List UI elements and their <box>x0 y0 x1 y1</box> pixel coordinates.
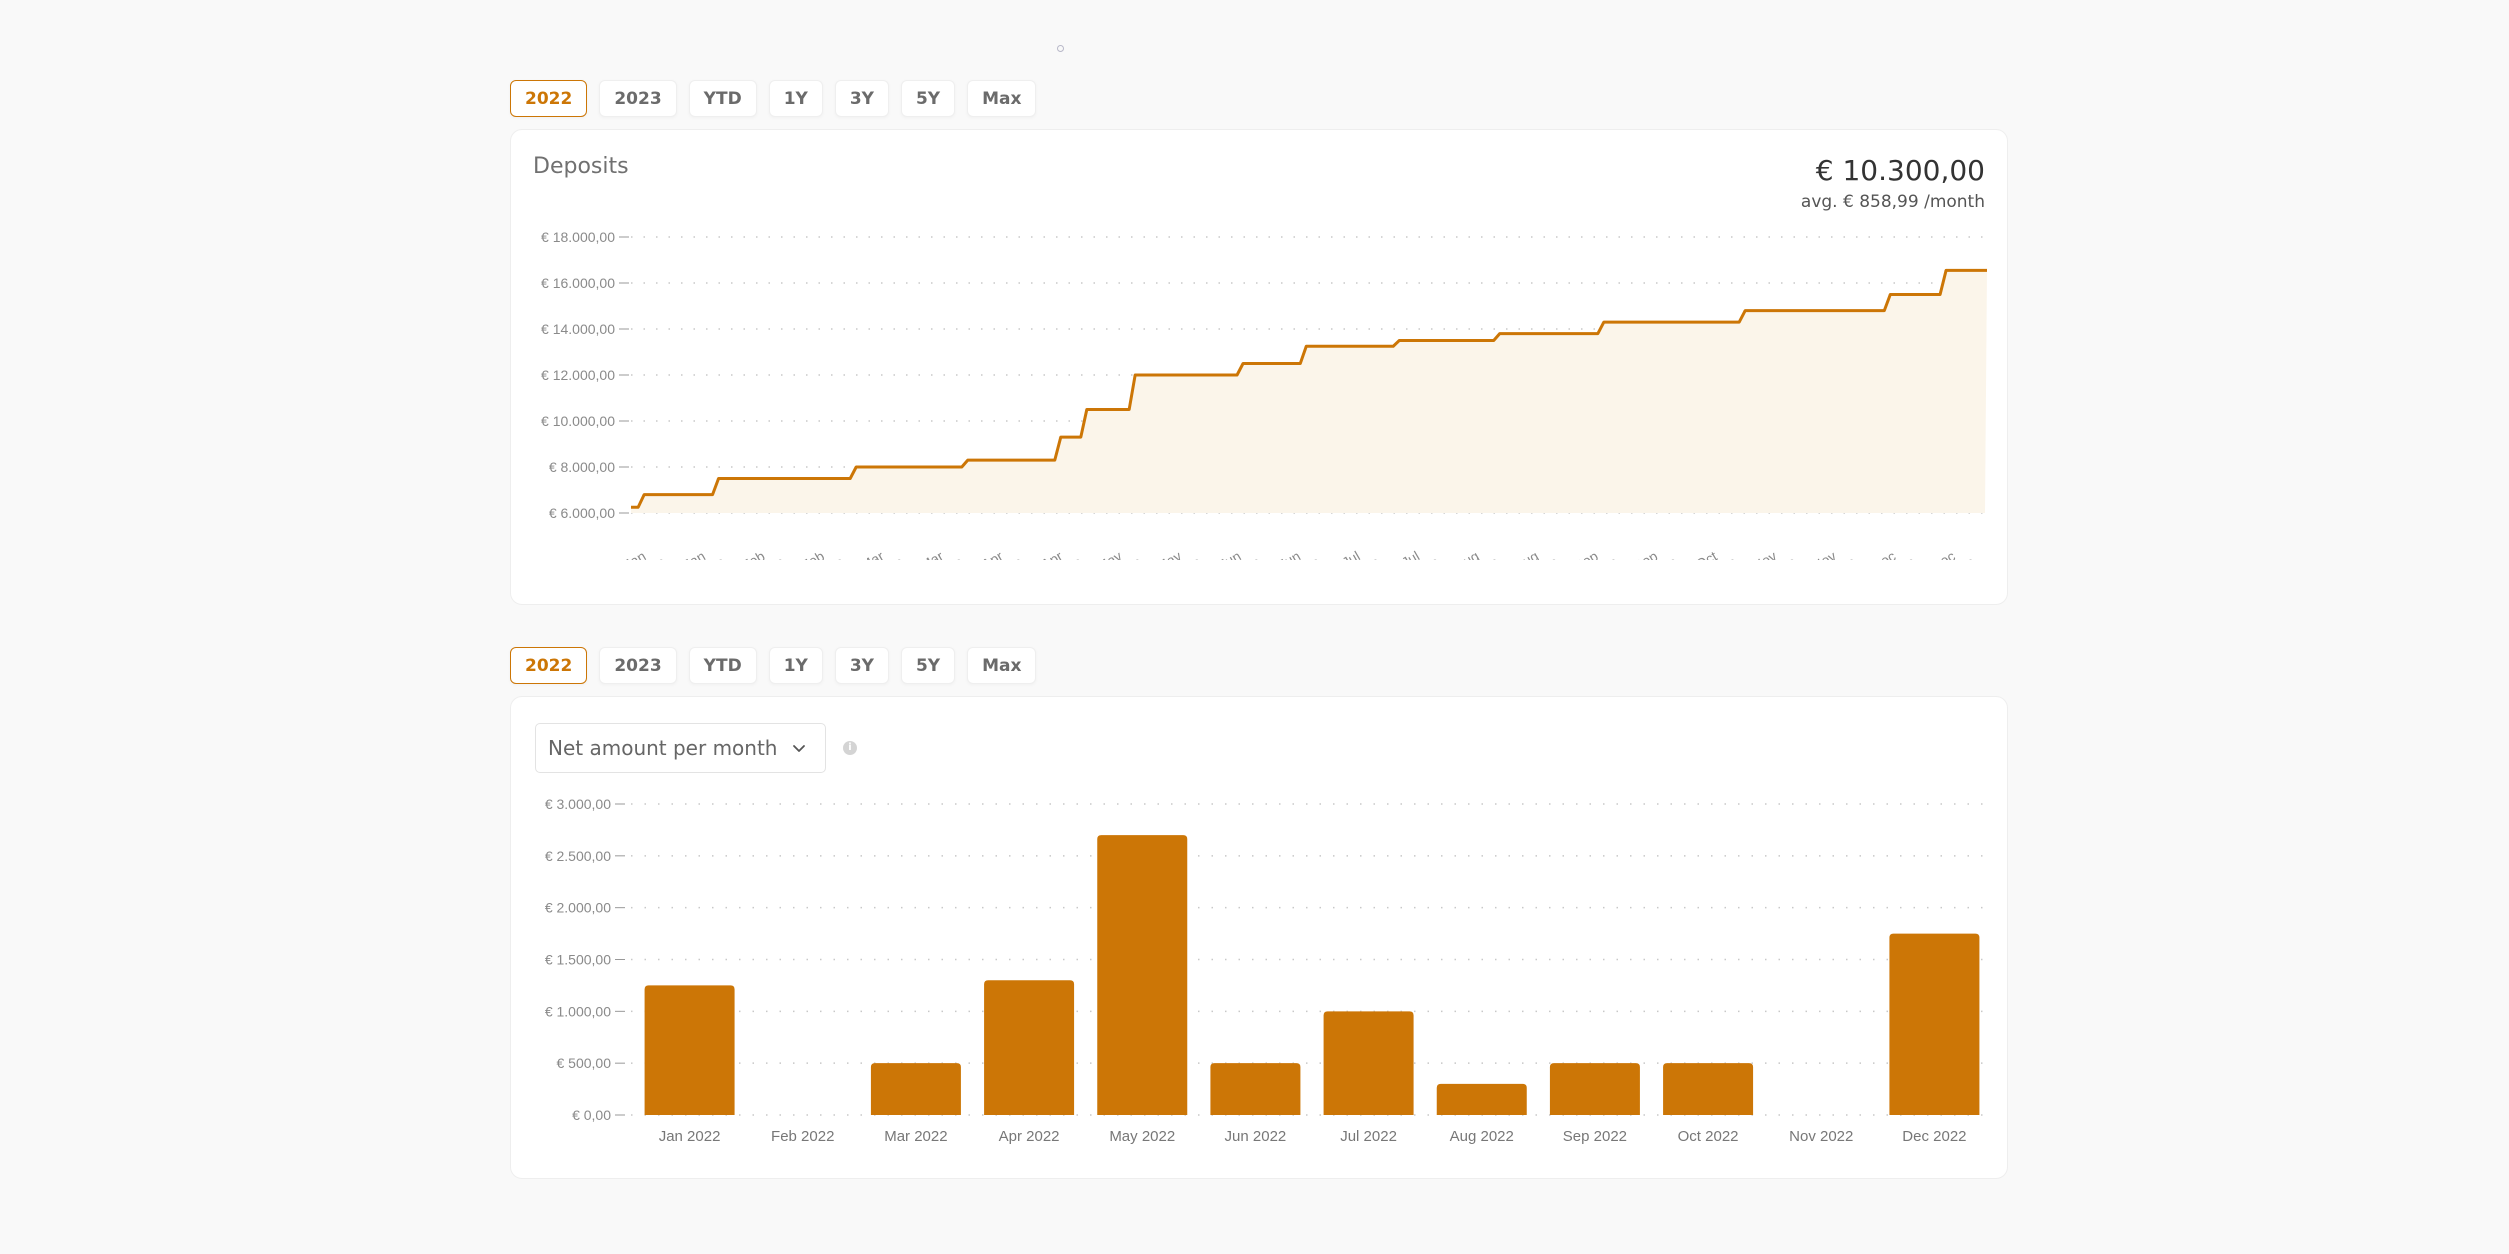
x-tick-label: 25 May2022 <box>1136 541 1205 560</box>
x-tick-label: 03 Dec2022 <box>1852 541 1919 560</box>
y-tick-label: € 1.500,00 <box>545 952 611 968</box>
range-button-max[interactable]: Max <box>967 647 1037 684</box>
y-tick-label: € 14.000,00 <box>541 321 615 337</box>
x-tick-label: Nov 2022 <box>1789 1128 1853 1145</box>
range-button-5y[interactable]: 5Y <box>900 647 956 684</box>
deposits-area <box>631 270 1987 513</box>
x-tick-label: 17 Jan2022 <box>664 541 729 560</box>
deposits-title: Deposits <box>533 154 629 179</box>
y-tick-label: € 10.000,00 <box>541 413 615 429</box>
bar[interactable] <box>870 1063 961 1115</box>
x-tick-label: 18 Feb2022 <box>781 541 848 560</box>
range-button-1y[interactable]: 1Y <box>768 80 823 117</box>
x-tick-label: 14 Sep2022 <box>1554 541 1621 560</box>
bar[interactable] <box>1889 933 1980 1115</box>
range-button-5y[interactable]: 5Y <box>900 80 956 117</box>
x-tick-label: Jan 2022 <box>659 1128 721 1145</box>
x-tick-label: 22 Mar2022 <box>900 541 967 560</box>
bar[interactable] <box>984 980 1075 1115</box>
x-tick-label: 19 Dec2022 <box>1911 541 1978 560</box>
x-tick-label: 30 Sep2022 <box>1614 541 1681 560</box>
x-tick-label: 10 Jun2022 <box>1199 541 1264 560</box>
x-tick-label: May 2022 <box>1109 1128 1175 1145</box>
range-button-2022[interactable]: 2022 <box>510 80 588 117</box>
y-tick-label: € 18.000,00 <box>541 229 615 245</box>
x-tick-label: 29 Aug2022 <box>1495 541 1562 560</box>
y-tick-label: € 2.000,00 <box>545 900 611 916</box>
x-tick-label: Jun 2022 <box>1225 1128 1287 1145</box>
chart-type-select[interactable]: Net amount per month <box>535 723 826 773</box>
range-button-3y[interactable]: 3Y <box>834 80 889 117</box>
x-tick-label: 16 Oct2022 <box>1676 541 1741 560</box>
x-tick-label: 01 Nov2022 <box>1733 541 1800 560</box>
range-button-3y[interactable]: 3Y <box>834 647 889 684</box>
net-amount-chart: € 0,00 € 500,00 € 1.000,00 € 1.500,00 € 2.00… <box>545 796 1991 1145</box>
bar[interactable] <box>1436 1083 1527 1115</box>
time-range-selector-deposits: 2022 2023 YTD 1Y 3Y 5Y Max <box>510 80 1037 117</box>
y-tick-label: € 3.000,00 <box>545 796 611 812</box>
x-tick-label: Jul 2022 <box>1340 1128 1397 1145</box>
x-tick-label: 01 Jan2022 <box>604 541 669 560</box>
bar[interactable] <box>1549 1063 1640 1115</box>
x-tick-label: 09 May2022 <box>1077 541 1146 560</box>
y-tick-label: € 1.000,00 <box>545 1003 611 1019</box>
range-button-2023[interactable]: 2023 <box>599 647 677 684</box>
x-tick-label: Apr 2022 <box>999 1128 1060 1145</box>
info-icon[interactable]: i <box>843 741 857 755</box>
range-button-2023[interactable]: 2023 <box>599 80 677 117</box>
range-button-2022[interactable]: 2022 <box>510 647 588 684</box>
chevron-down-icon <box>793 745 805 752</box>
x-tick-label: Aug 2022 <box>1450 1128 1514 1145</box>
x-tick-label: Oct 2022 <box>1678 1128 1739 1145</box>
time-range-selector-net: 2022 2023 YTD 1Y 3Y 5Y Max <box>510 647 1037 684</box>
net-amount-card: Net amount per month i € 0,00 € 500,00 € 1… <box>510 696 2008 1179</box>
x-tick-label: Dec 2022 <box>1902 1128 1966 1145</box>
x-tick-label: 13 Aug2022 <box>1436 541 1503 560</box>
x-tick-label: 17 Nov2022 <box>1792 541 1859 560</box>
range-button-ytd[interactable]: YTD <box>688 647 757 684</box>
x-tick-label: Mar 2022 <box>884 1128 947 1145</box>
chart-type-select-value: Net amount per month <box>548 736 778 760</box>
range-button-ytd[interactable]: YTD <box>688 80 757 117</box>
x-tick-label: Sep 2022 <box>1563 1128 1627 1145</box>
x-tick-label: 06 Mar2022 <box>841 541 908 560</box>
bar[interactable] <box>1323 1011 1414 1115</box>
x-tick-label: 23 Apr2022 <box>1022 541 1086 560</box>
y-tick-label: € 500,00 <box>557 1055 612 1071</box>
deposits-chart: € 6.000,00 € 8.000,00 € 10.000,00 € 12.000,… <box>541 229 1987 560</box>
x-tick-label: 28 Jul2022 <box>1382 541 1443 560</box>
range-button-1y[interactable]: 1Y <box>768 647 823 684</box>
bar[interactable] <box>644 985 735 1115</box>
y-tick-label: € 2.500,00 <box>545 848 611 864</box>
y-tick-label: € 8.000,00 <box>549 459 615 475</box>
bar[interactable] <box>1097 835 1188 1115</box>
range-button-max[interactable]: Max <box>967 80 1037 117</box>
x-tick-label: 02 Feb2022 <box>722 541 789 560</box>
deposits-total: € 10.300,00 <box>1815 154 1985 187</box>
y-tick-label: € 6.000,00 <box>549 505 615 521</box>
y-tick-label: € 16.000,00 <box>541 275 615 291</box>
x-tick-label: 07 Apr2022 <box>963 541 1027 560</box>
deposits-card: Deposits € 10.300,00 avg. € 858,99 /mont… <box>510 129 2008 605</box>
deposits-average: avg. € 858,99 /month <box>1800 192 1985 212</box>
bar[interactable] <box>1663 1063 1754 1115</box>
y-tick-label: € 0,00 <box>572 1107 611 1123</box>
y-tick-label: € 12.000,00 <box>541 367 615 383</box>
x-tick-label: 26 Jun2022 <box>1259 541 1324 560</box>
bar[interactable] <box>1210 1063 1301 1115</box>
x-tick-label: Feb 2022 <box>771 1128 834 1145</box>
loading-ring-icon <box>1057 45 1064 52</box>
x-tick-label: 12 Jul2022 <box>1322 541 1383 560</box>
